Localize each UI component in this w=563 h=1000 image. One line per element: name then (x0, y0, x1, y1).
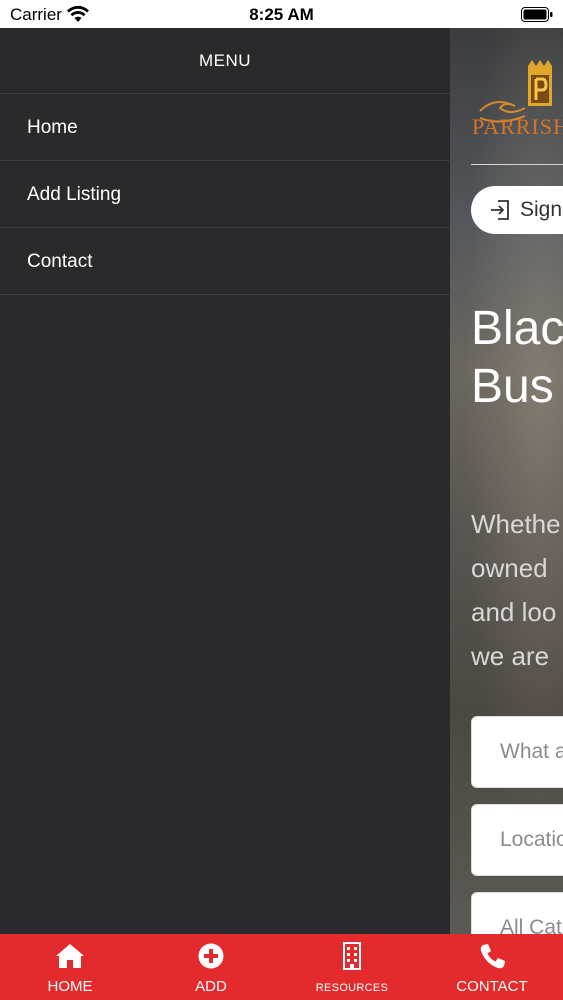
headline-line: Bus (471, 360, 554, 413)
tab-resources[interactable]: RESOURCES (282, 934, 422, 1000)
category-select[interactable]: All Cate (471, 892, 563, 934)
menu-item-label: Home (27, 117, 78, 138)
hero-description: Whethe owned and loo we are (471, 502, 561, 678)
battery-icon (521, 7, 553, 22)
phone-icon (480, 944, 505, 969)
description-line: we are (471, 641, 550, 671)
tab-label: RESOURCES (315, 982, 389, 994)
location-input[interactable]: Locatio (471, 804, 563, 876)
search-placeholder: What a (500, 740, 563, 763)
divider (471, 164, 563, 165)
description-line: and loo (471, 597, 557, 627)
search-input[interactable]: What a (471, 716, 563, 788)
tab-label: HOME (47, 978, 93, 995)
sign-in-button[interactable]: Sign (471, 186, 563, 234)
logo-wordmark: PARRISH (472, 114, 563, 139)
status-bar: Carrier 8:25 AM (0, 0, 563, 28)
tab-contact[interactable]: CONTACT (422, 934, 562, 1000)
clock: 8:25 AM (249, 5, 314, 24)
drawer-title: MENU (198, 51, 252, 70)
home-icon (56, 944, 84, 968)
menu-item-label: Contact (27, 251, 93, 272)
tab-label: CONTACT (456, 978, 528, 995)
plus-circle-icon (198, 943, 224, 969)
main-page: PARRISH Sign Blac Bus Whethe owned and l… (450, 28, 563, 934)
tab-home[interactable]: HOME (0, 934, 140, 1000)
description-line: owned (471, 553, 548, 583)
drawer-header: MENU (0, 28, 450, 94)
menu-item-add-listing[interactable]: Add Listing (0, 161, 450, 228)
hero-headline: Blac Bus (471, 300, 563, 416)
category-placeholder: All Cate (500, 916, 563, 934)
bottom-tab-bar: HOME ADD RESOURCES CONTACT (0, 934, 563, 1000)
building-icon (343, 942, 361, 970)
location-placeholder: Locatio (500, 828, 563, 851)
menu-item-home[interactable]: Home (0, 94, 450, 161)
headline-line: Blac (471, 302, 563, 355)
menu-item-label: Add Listing (27, 184, 122, 205)
tab-label: ADD (195, 978, 227, 995)
tab-add[interactable]: ADD (141, 934, 281, 1000)
side-drawer: MENU Home Add Listing Contact (0, 28, 450, 934)
description-line: Whethe (471, 509, 561, 539)
sign-in-icon (491, 200, 509, 220)
logo-icon (479, 60, 552, 123)
menu-item-contact[interactable]: Contact (0, 228, 450, 295)
sign-in-label: Sign (520, 198, 563, 221)
